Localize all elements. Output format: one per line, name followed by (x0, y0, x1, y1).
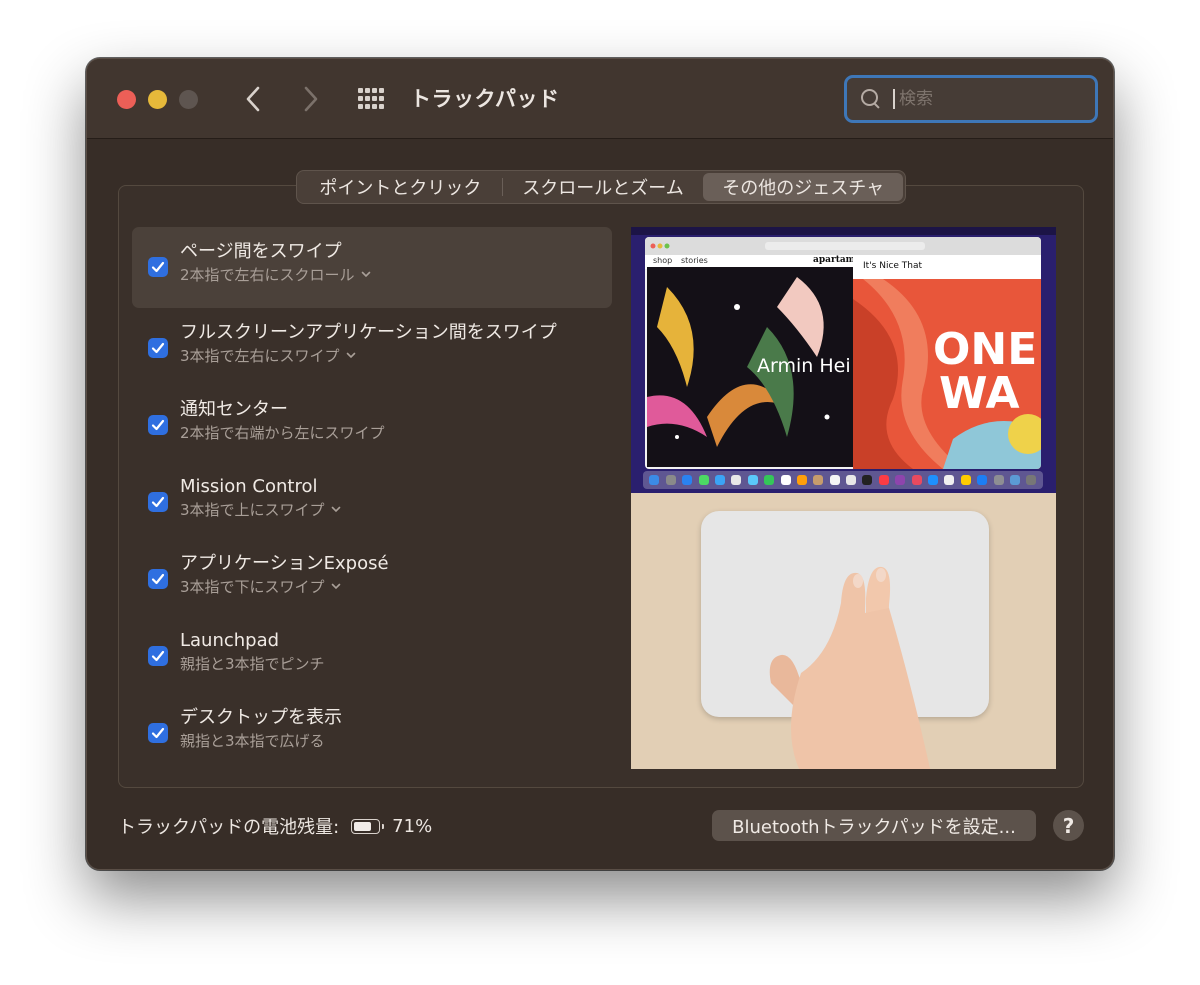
app-expose-checkbox[interactable] (148, 569, 168, 589)
gesture-subtitle: 2本指で左右にスクロール (180, 266, 355, 284)
gesture-subtitle: 親指と3本指でピンチ (180, 655, 325, 673)
search-input[interactable] (893, 89, 1073, 109)
preview-site2-header: It's Nice That (853, 255, 1041, 279)
gesture-app-expose[interactable]: アプリケーションExposé 3本指で下にスワイプ (132, 539, 612, 616)
gesture-title: フルスクリーンアプリケーション間をスワイプ (180, 322, 557, 343)
preview-browser: shop stories apartame Armin Hei It's Nic… (645, 237, 1041, 469)
gesture-preview-video: shop stories apartame Armin Hei It's Nic… (631, 227, 1056, 769)
preview-artwork-right: ONE WA (853, 279, 1041, 469)
help-button[interactable]: ? (1053, 810, 1084, 841)
checkmark-icon (151, 573, 165, 585)
search-icon (861, 89, 881, 109)
preview-dock (643, 471, 1043, 489)
close-button[interactable] (117, 90, 136, 109)
checkmark-icon (151, 727, 165, 739)
checkmark-icon (151, 342, 165, 354)
battery-status: トラックパッドの電池残量: 71% (118, 813, 432, 839)
gesture-title: Mission Control (180, 476, 318, 497)
chevron-down-icon (331, 506, 340, 512)
preview-browser-bar (645, 237, 1041, 255)
gesture-option-menu[interactable]: 2本指で左右にスクロール (180, 264, 612, 286)
gesture-show-desktop[interactable]: デスクトップを表示 親指と3本指で広げる (132, 693, 612, 770)
gesture-description: 親指と3本指で広げる (180, 730, 612, 752)
checkmark-icon (151, 650, 165, 662)
battery-level-fill (354, 821, 371, 831)
show-desktop-checkbox[interactable] (148, 723, 168, 743)
battery-label: トラックパッドの電池残量: (118, 817, 340, 838)
gesture-swipe-fullscreen-apps[interactable]: フルスクリーンアプリケーション間をスワイプ 3本指で左右にスワイプ (132, 308, 612, 385)
chevron-down-icon (346, 352, 355, 358)
gesture-title: デスクトップを表示 (180, 707, 342, 728)
grid-icon (358, 88, 384, 109)
checkmark-icon (151, 261, 165, 273)
browser-toolbar-graphic (650, 242, 925, 250)
preview-art-text: Armin Hei (757, 355, 851, 377)
preview-art-text-wa: WA (939, 368, 1020, 419)
gesture-swipe-between-pages[interactable]: ページ間をスワイプ 2本指で左右にスクロール (132, 227, 612, 308)
gesture-option-menu[interactable]: 3本指で左右にスワイプ (180, 345, 612, 367)
preview-desk (631, 493, 1056, 769)
forward-button[interactable] (293, 81, 329, 117)
search-field[interactable] (844, 75, 1098, 123)
gesture-subtitle: 2本指で右端から左にスワイプ (180, 424, 385, 442)
preview-brand2: It's Nice That (863, 261, 923, 271)
tab-point-and-click[interactable]: ポイントとクリック (299, 173, 502, 201)
window-title: トラックパッド (410, 87, 560, 111)
preview-artwork-left: Armin Hei (647, 267, 855, 467)
minimize-button[interactable] (148, 90, 167, 109)
tab-bar: ポイントとクリック スクロールとズーム その他のジェスチャ (296, 170, 906, 204)
gesture-description: 2本指で右端から左にスワイプ (180, 422, 612, 444)
gesture-option-menu[interactable]: 3本指で下にスワイプ (180, 576, 612, 598)
title-bar: トラックパッド (87, 59, 1113, 139)
gesture-subtitle: 3本指で上にスワイプ (180, 501, 325, 519)
notification-center-checkbox[interactable] (148, 415, 168, 435)
gesture-subtitle: 3本指で左右にスワイプ (180, 347, 340, 365)
gesture-title: アプリケーションExposé (180, 553, 389, 574)
gesture-subtitle: 3本指で下にスワイプ (180, 578, 325, 596)
swipe-fullscreen-checkbox[interactable] (148, 338, 168, 358)
chevron-down-icon (361, 271, 370, 277)
gesture-subtitle: 親指と3本指で広げる (180, 732, 325, 750)
chevron-down-icon (331, 583, 340, 589)
launchpad-checkbox[interactable] (148, 646, 168, 666)
battery-percent: 71% (392, 815, 433, 837)
tab-scroll-and-zoom[interactable]: スクロールとズーム (503, 173, 704, 201)
gesture-list: ページ間をスワイプ 2本指で左右にスクロール フルスクリーンアプリケーション間を… (132, 227, 612, 770)
preview-screen: shop stories apartame Armin Hei It's Nic… (631, 227, 1056, 493)
gesture-title: 通知センター (180, 399, 288, 420)
checkmark-icon (151, 419, 165, 431)
preferences-window: トラックパッド ポイントとクリック スクロールとズーム その他のジェスチャ ペー… (86, 58, 1114, 870)
tab-more-gestures[interactable]: その他のジェスチャ (703, 173, 904, 201)
swipe-pages-checkbox[interactable] (148, 257, 168, 277)
back-button[interactable] (235, 81, 271, 117)
hand-illustration (769, 566, 931, 769)
preview-art-text-one: ONE (933, 324, 1038, 375)
mission-control-checkbox[interactable] (148, 492, 168, 512)
gesture-notification-center[interactable]: 通知センター 2本指で右端から左にスワイプ (132, 385, 612, 462)
preview-nav-shop: shop (653, 256, 673, 265)
gesture-mission-control[interactable]: Mission Control 3本指で上にスワイプ (132, 462, 612, 539)
zoom-button[interactable] (179, 90, 198, 109)
preview-nav-stories: stories (681, 256, 708, 265)
show-all-button[interactable] (357, 87, 387, 111)
gesture-option-menu[interactable]: 3本指で上にスワイプ (180, 499, 612, 521)
gesture-launchpad[interactable]: Launchpad 親指と3本指でピンチ (132, 616, 612, 693)
preview-menubar (631, 227, 1056, 235)
battery-icon (351, 818, 385, 834)
chevron-right-icon (304, 86, 318, 112)
gesture-description: 親指と3本指でピンチ (180, 653, 612, 675)
chevron-left-icon (246, 86, 260, 112)
checkmark-icon (151, 496, 165, 508)
gesture-title: ページ間をスワイプ (180, 241, 342, 262)
gesture-title: Launchpad (180, 630, 280, 651)
setup-bluetooth-trackpad-button[interactable]: Bluetoothトラックパッドを設定... (712, 810, 1036, 841)
